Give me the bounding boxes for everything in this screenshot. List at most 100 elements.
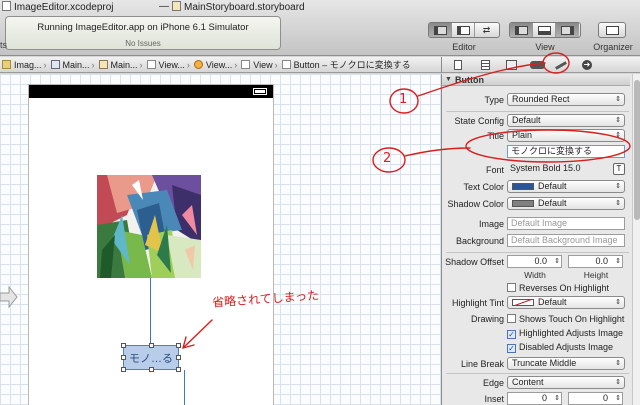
standard-editor-button[interactable]: [429, 23, 452, 37]
storyboard-canvas[interactable]: モノ…る: [0, 74, 441, 405]
artwork-image: [97, 175, 201, 278]
font-label: Font: [485, 165, 504, 175]
organizer-control: [598, 22, 626, 38]
updown-arrows-icon: ⇕: [615, 360, 621, 367]
inset-right-field[interactable]: 0 ⇕: [568, 392, 623, 405]
image-view[interactable]: [97, 175, 201, 278]
attributes-inspector: Button Type Rounded Rect⇕ State Config D…: [441, 74, 640, 405]
image-combo-field[interactable]: Default Image: [507, 217, 625, 230]
shadow-color-popup[interactable]: Default ⇕: [507, 197, 625, 210]
resize-handle-top-left[interactable]: [121, 343, 126, 348]
inspector-selector-bar: ➜: [441, 57, 640, 73]
inspector-scrollbar[interactable]: [632, 74, 640, 405]
jumpbar-crumb-button[interactable]: Button – モノクロに変換する: [280, 57, 413, 72]
section-divider: [446, 373, 629, 374]
selected-round-rect-button[interactable]: モノ…る: [121, 343, 181, 372]
storyboard-icon: [98, 60, 108, 69]
highlight-tint-popup[interactable]: Default ⇕: [507, 296, 625, 309]
font-value: System Bold 15.0: [510, 163, 581, 173]
no-color-swatch: [512, 299, 534, 306]
title-text-field[interactable]: モノクロに変換する: [507, 145, 625, 158]
group-icon: [50, 60, 60, 69]
checkbox-icon: [507, 283, 516, 292]
stepper-icon[interactable]: ⇕: [615, 393, 621, 404]
organizer-button[interactable]: [599, 23, 625, 37]
state-config-popup[interactable]: Default ⇕: [507, 114, 625, 127]
chevron-right-icon: ›: [186, 59, 190, 70]
assistant-editor-button[interactable]: [452, 23, 475, 37]
resize-handle-bottom[interactable]: [149, 367, 154, 372]
drawing-label: Drawing: [470, 314, 504, 324]
file-inspector-icon[interactable]: [454, 60, 462, 70]
version-editor-button[interactable]: ⇄: [475, 23, 498, 37]
stepper-icon[interactable]: ⇕: [554, 393, 560, 404]
updown-arrows-icon: ⇕: [615, 132, 621, 139]
title-separator: —: [159, 1, 169, 12]
line-break-popup[interactable]: Truncate Middle ⇕: [507, 357, 625, 370]
shadow-width-field[interactable]: 0.0 ⇕: [507, 255, 562, 268]
checkbox-icon: ✓: [507, 330, 516, 339]
type-popup[interactable]: Rounded Rect ⇕: [507, 93, 625, 106]
title-label: Title: [487, 131, 504, 141]
background-combo-field[interactable]: Default Background Image: [507, 234, 625, 247]
resize-handle-bottom-left[interactable]: [121, 367, 126, 372]
jumpbar-crumb-view[interactable]: View ›: [239, 57, 279, 72]
resize-handle-top[interactable]: [149, 343, 154, 348]
alignment-guide: [150, 278, 151, 346]
utilities-icon: [561, 25, 574, 35]
attributes-inspector-icon[interactable]: [530, 61, 545, 69]
stepper-icon[interactable]: ⇕: [554, 256, 560, 267]
text-color-popup[interactable]: Default ⇕: [507, 180, 625, 193]
highlighted-adjusts-checkbox[interactable]: ✓ Highlighted Adjusts Image: [507, 328, 623, 339]
title-type-popup[interactable]: Plain ⇕: [507, 129, 625, 142]
jumpbar-crumb-project[interactable]: Imag... ›: [0, 57, 49, 72]
resize-handle-left[interactable]: [121, 355, 126, 360]
resize-handle-top-right[interactable]: [176, 343, 181, 348]
highlight-tint-label: Highlight Tint: [451, 298, 504, 308]
jumpbar-crumb-storyboard[interactable]: Main... ›: [97, 57, 145, 72]
view-label: View: [535, 42, 555, 52]
view-controller-scene[interactable]: モノ…る: [28, 84, 274, 405]
shows-touch-checkbox[interactable]: Shows Touch On Highlight: [507, 314, 624, 324]
debug-area-toggle-button[interactable]: [533, 23, 556, 37]
storyboard-file-icon: [172, 1, 181, 11]
identity-inspector-icon[interactable]: [506, 60, 517, 70]
shadow-color-swatch: [512, 200, 534, 207]
resize-handle-bottom-right[interactable]: [176, 367, 181, 372]
utilities-toggle-button[interactable]: [556, 23, 579, 37]
status-message: Running ImageEditor.app on iPhone 6.1 Si…: [37, 22, 249, 33]
size-inspector-icon[interactable]: [555, 61, 567, 70]
standard-editor-icon: [433, 25, 447, 35]
shadow-height-field[interactable]: 0.0 ⇕: [568, 255, 623, 268]
status-issues: No Issues: [125, 39, 161, 48]
line-break-label: Line Break: [460, 359, 504, 369]
height-caption: Height: [583, 270, 609, 280]
inspector-section-header[interactable]: Button: [442, 74, 630, 86]
jumpbar-crumb-view-controller[interactable]: View... ›: [192, 57, 239, 72]
chevron-right-icon: ›: [234, 59, 238, 70]
resize-handle-right[interactable]: [176, 355, 181, 360]
quick-help-inspector-icon[interactable]: [481, 60, 490, 70]
inset-label: Inset: [484, 394, 504, 404]
font-picker-button[interactable]: T: [613, 163, 625, 175]
button-title-truncated: モノ…る: [129, 352, 173, 365]
jumpbar-crumb-group[interactable]: Main... ›: [49, 57, 97, 72]
jumpbar-crumb-scene[interactable]: View... ›: [145, 57, 192, 72]
navigator-toggle-button[interactable]: [510, 23, 533, 37]
width-caption: Width: [524, 270, 546, 280]
stepper-icon[interactable]: ⇕: [615, 256, 621, 267]
connections-inspector-icon[interactable]: ➜: [582, 60, 592, 70]
button-icon: [281, 60, 291, 69]
updown-arrows-icon: ⇕: [615, 200, 621, 207]
reverses-on-highlight-checkbox[interactable]: Reverses On Highlight: [507, 283, 609, 293]
alignment-guide: [184, 370, 185, 405]
view-icon: [241, 60, 251, 69]
scrollbar-thumb[interactable]: [634, 80, 640, 220]
chevron-right-icon: ›: [43, 59, 47, 70]
annotation-marker-1: 1: [399, 92, 408, 107]
activity-status-view: Running ImageEditor.app on iPhone 6.1 Si…: [5, 16, 281, 50]
inset-left-field[interactable]: 0 ⇕: [507, 392, 562, 405]
disabled-adjusts-checkbox[interactable]: ✓ Disabled Adjusts Image: [507, 342, 613, 353]
image-label: Image: [478, 219, 504, 229]
edge-popup[interactable]: Content ⇕: [507, 376, 625, 389]
